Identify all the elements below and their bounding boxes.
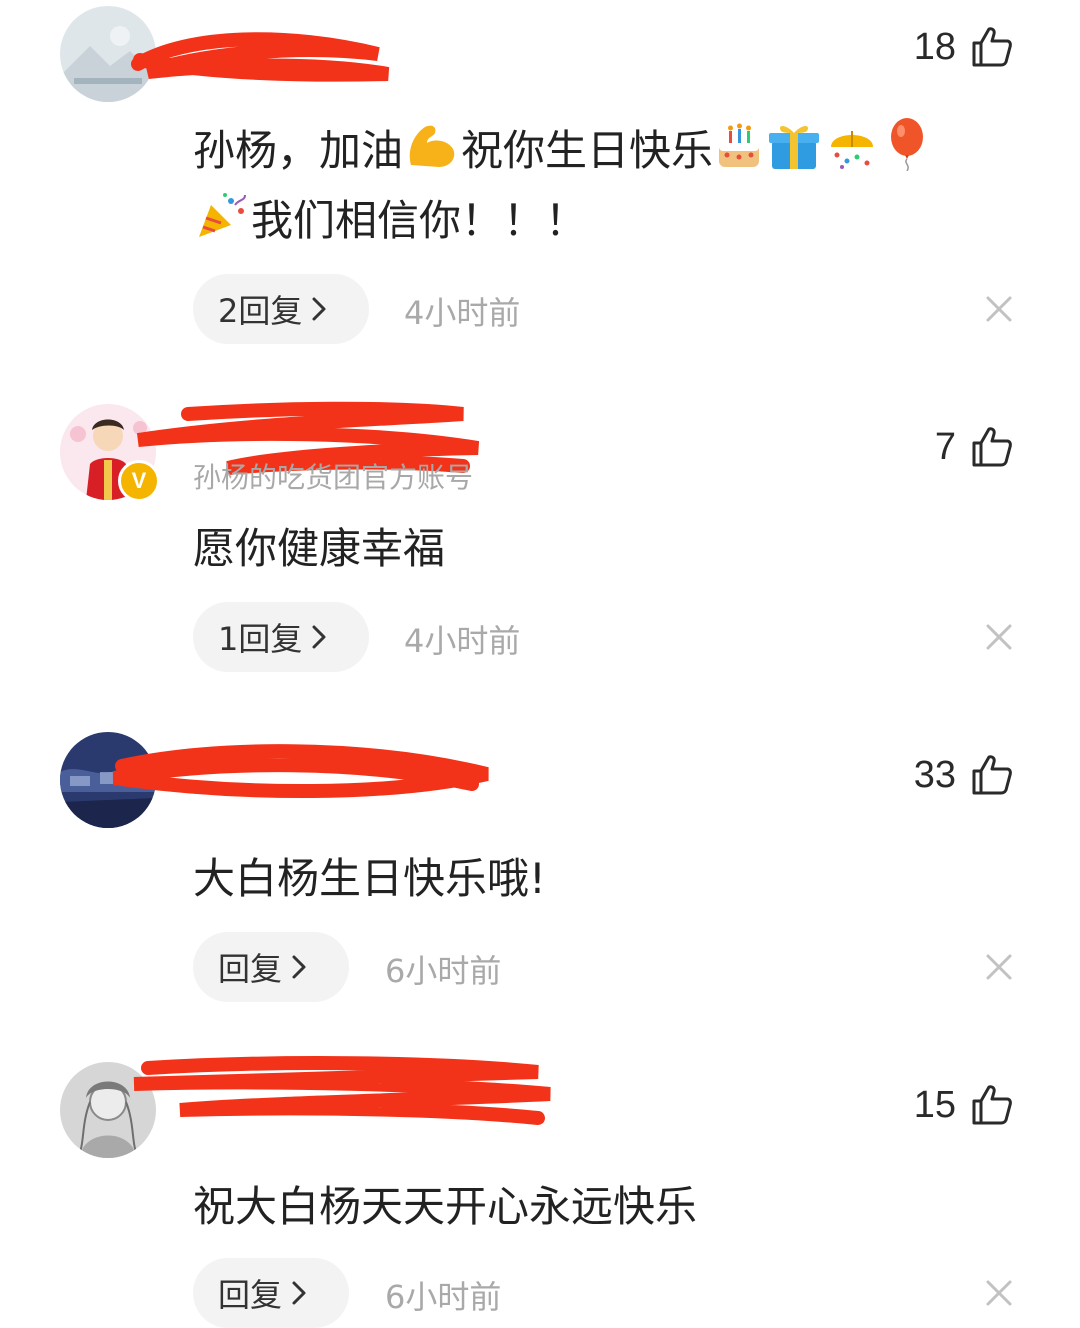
gift-icon (767, 121, 821, 171)
like-control[interactable]: 15 (914, 1080, 1014, 1130)
like-count: 33 (913, 753, 956, 796)
reply-label: 回复 (218, 950, 283, 988)
like-count: 15 (913, 1083, 956, 1126)
reply-label: 回复 (218, 1276, 283, 1314)
timestamp: 4小时前 (404, 622, 521, 660)
close-icon[interactable] (984, 294, 1014, 324)
thumbs-up-icon[interactable] (970, 425, 1014, 469)
reply-button[interactable]: 2回复 (193, 274, 369, 344)
account-subtitle: 孙杨的吃货团官方账号 (193, 461, 474, 494)
party-popper-icon (195, 191, 249, 241)
chevron-right-icon (310, 624, 328, 650)
close-icon[interactable] (984, 1278, 1014, 1308)
comment-text: 愿你健康幸福 (193, 524, 446, 573)
reply-label: 1回复 (218, 620, 303, 658)
thumbs-up-icon[interactable] (970, 25, 1014, 69)
avatar[interactable] (60, 6, 156, 102)
balloon-icon (883, 117, 931, 171)
reply-button[interactable]: 回复 (193, 932, 349, 1002)
timestamp: 6小时前 (385, 1278, 502, 1316)
close-icon[interactable] (984, 952, 1014, 982)
reply-label: 2回复 (218, 292, 303, 330)
redaction-scribble (133, 1056, 551, 1125)
comment-text: 大白杨生日快乐哦! (193, 854, 546, 903)
avatar[interactable] (60, 732, 156, 828)
comment-text: 孙杨，加油 祝你生日快乐我们相信你！！！ (193, 116, 1033, 256)
close-icon[interactable] (984, 622, 1014, 652)
comment-text: 祝大白杨天天开心永远快乐 (193, 1182, 698, 1231)
like-control[interactable]: 33 (914, 750, 1014, 800)
thumbs-up-icon[interactable] (970, 753, 1014, 797)
avatar[interactable] (60, 1062, 156, 1158)
reply-button[interactable]: 1回复 (193, 602, 369, 672)
redaction-scribble (131, 32, 390, 82)
confetti-ball-icon (825, 121, 879, 171)
comment-text-part: 祝你生日快乐 (461, 126, 714, 175)
thumbs-up-icon[interactable] (970, 1083, 1014, 1127)
redaction-scribble (112, 744, 489, 799)
like-count: 18 (913, 25, 956, 68)
timestamp: 6小时前 (385, 952, 502, 990)
reply-button[interactable]: 回复 (193, 1258, 349, 1328)
like-count: 7 (934, 425, 956, 468)
timestamp: 4小时前 (404, 294, 521, 332)
comment-text-part: 我们相信你！！！ (251, 196, 588, 245)
chevron-right-icon (310, 296, 328, 322)
comment-text-part: 孙杨，加油 (193, 126, 404, 175)
chevron-right-icon (290, 1280, 308, 1306)
like-control[interactable]: 18 (914, 22, 1014, 72)
flexed-biceps-icon (405, 121, 459, 171)
verified-badge: V (118, 460, 160, 502)
chevron-right-icon (290, 954, 308, 980)
birthday-cake-icon (715, 121, 763, 171)
like-control[interactable]: 7 (935, 422, 1014, 472)
